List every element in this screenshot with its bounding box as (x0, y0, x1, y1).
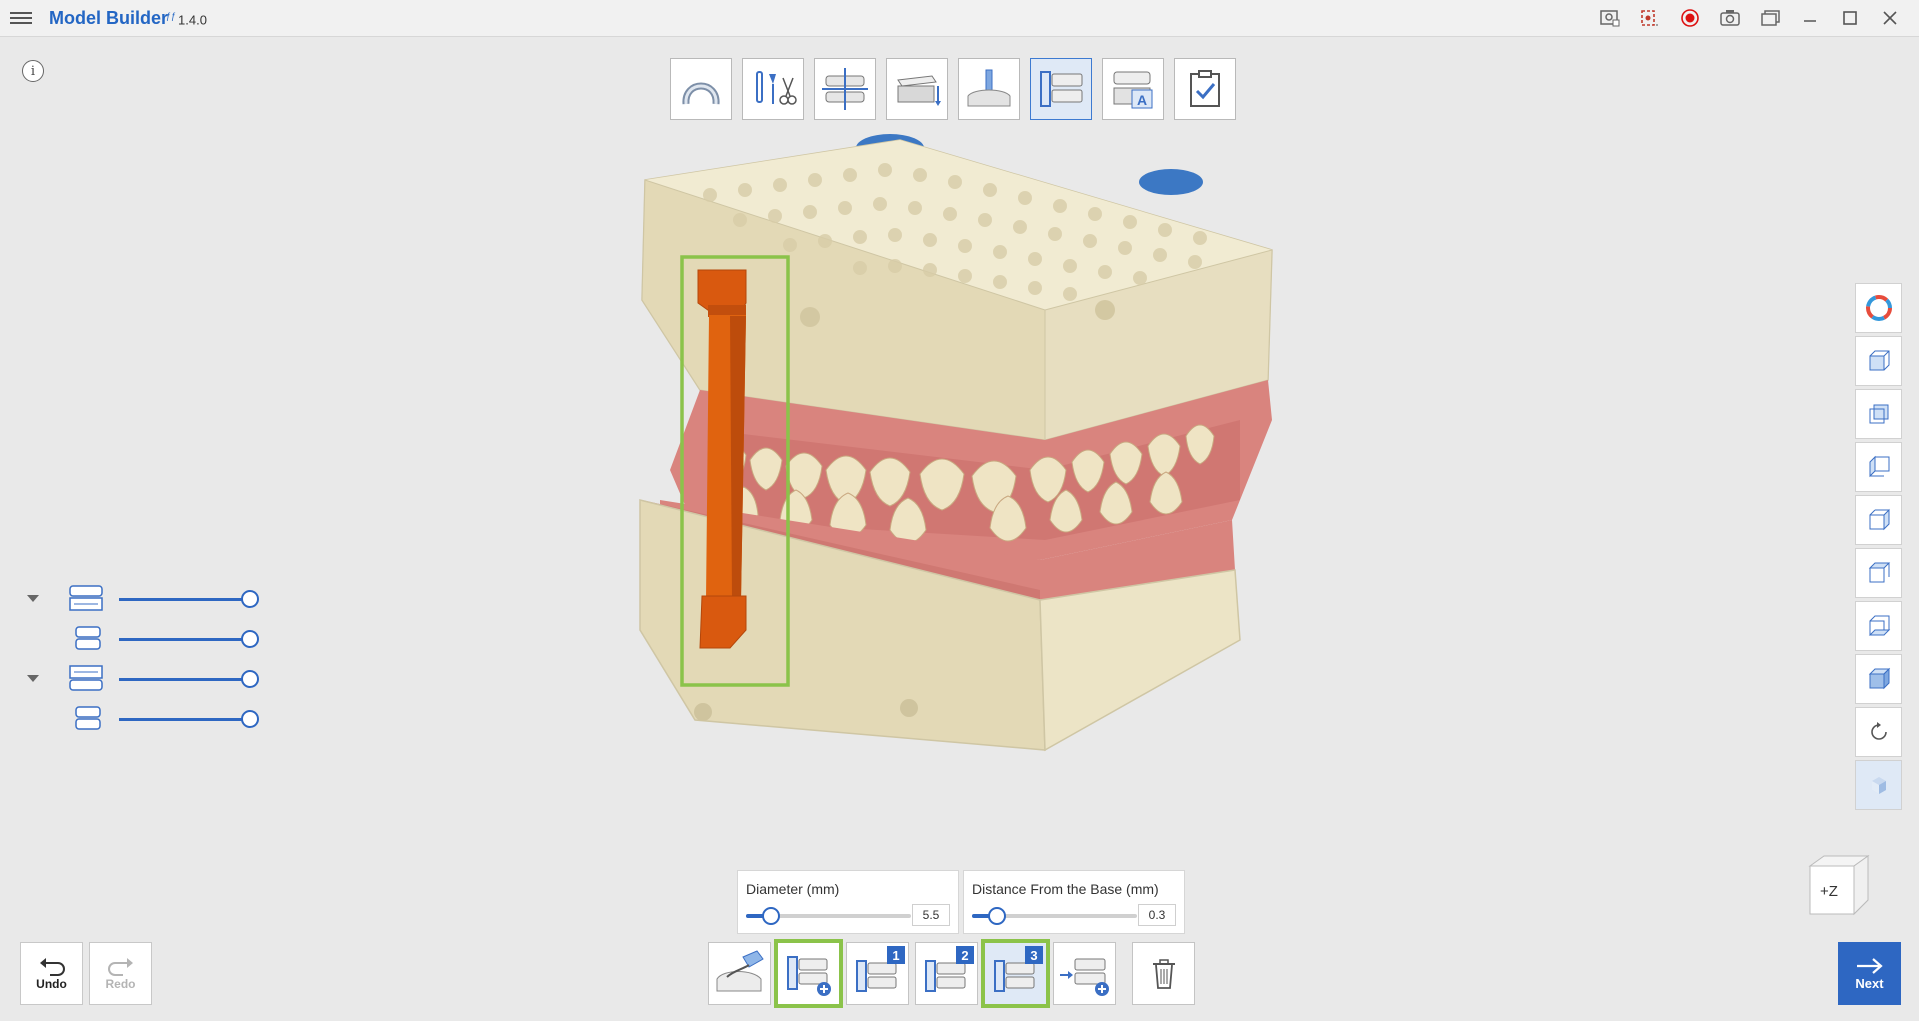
record-icon[interactable] (1673, 6, 1707, 30)
view-rail (1855, 283, 1902, 813)
undo-label: Undo (36, 976, 67, 991)
view-right-icon[interactable] (1855, 495, 1902, 545)
step-align[interactable] (814, 58, 876, 120)
app-title: Model Builder (49, 8, 169, 28)
die-icon (967, 69, 1011, 107)
next-label: Next (1855, 976, 1884, 991)
connector-icon (1040, 71, 1083, 107)
preset-number: 3 (1025, 946, 1043, 964)
expand-caret-icon[interactable] (27, 675, 39, 682)
arch-icon (682, 82, 720, 105)
connector-tools: 1 2 3 (708, 939, 1195, 1008)
step-label[interactable]: A (1102, 58, 1164, 120)
diameter-value[interactable]: 5.5 (912, 904, 950, 926)
undo-button[interactable]: Undo (20, 942, 83, 1005)
view-iso-icon[interactable] (1855, 654, 1902, 704)
lower-model-icon (69, 665, 103, 691)
view-left-icon[interactable] (1855, 442, 1902, 492)
align-icon (822, 68, 868, 110)
redo-button[interactable]: Redo (89, 942, 152, 1005)
reset-view-icon[interactable] (1855, 707, 1902, 757)
lower-scan-slider-handle[interactable] (241, 710, 259, 728)
close-icon[interactable] (1873, 6, 1907, 30)
expand-caret-icon[interactable] (27, 595, 39, 602)
orientation-label: +Z (1820, 883, 1838, 900)
step-base[interactable] (886, 58, 948, 120)
upper-scan-icon (75, 626, 101, 650)
redo-label: Redo (105, 976, 136, 991)
camera-icon[interactable] (1713, 6, 1747, 30)
connector-preset-1[interactable]: 1 (846, 942, 909, 1005)
maximize-icon[interactable] (1833, 6, 1867, 30)
diameter-panel: Diameter (mm) 5.5 (737, 870, 959, 934)
shading-mode-icon[interactable] (1855, 760, 1902, 810)
color-wheel-icon[interactable] (1855, 283, 1902, 333)
workflow-steps: A (670, 58, 1236, 120)
delete-tool[interactable] (1132, 942, 1195, 1005)
model-viewport[interactable] (600, 120, 1320, 840)
upper-model-slider[interactable] (119, 598, 249, 601)
lower-model-slider[interactable] (119, 678, 249, 681)
base-icon (897, 75, 941, 106)
diameter-slider[interactable] (746, 907, 911, 925)
menu-icon[interactable] (10, 9, 32, 27)
brush-tool[interactable] (708, 942, 771, 1005)
distance-slider-handle[interactable] (988, 907, 1006, 925)
gallery-icon[interactable] (1753, 6, 1787, 30)
preset-number: 2 (956, 946, 974, 964)
version-number: 1.4.0 (178, 12, 207, 28)
step-tools[interactable] (742, 58, 804, 120)
screen-capture-icon[interactable] (1593, 6, 1627, 30)
diameter-slider-handle[interactable] (762, 907, 780, 925)
upper-model-icon (69, 585, 103, 611)
trim-tools-icon (756, 71, 797, 105)
pin-right (1139, 169, 1203, 195)
trash-icon (1152, 958, 1175, 989)
distance-slider[interactable] (972, 907, 1137, 925)
minimize-icon[interactable] (1793, 6, 1827, 30)
version-mark: ƒƒ (166, 11, 177, 21)
distance-panel: Distance From the Base (mm) 0.3 (963, 870, 1185, 934)
view-back-icon[interactable] (1855, 389, 1902, 439)
step-complete[interactable] (1174, 58, 1236, 120)
step-arch[interactable] (670, 58, 732, 120)
upper-scan-slider-handle[interactable] (241, 630, 259, 648)
upper-scan-slider[interactable] (119, 638, 249, 641)
distance-label: Distance From the Base (mm) (972, 881, 1159, 897)
connector-preset-3[interactable]: 3 (981, 939, 1050, 1008)
move-connector-icon (1059, 958, 1109, 996)
svg-text:A: A (1137, 92, 1147, 108)
lower-model-slider-handle[interactable] (241, 670, 259, 688)
diameter-label: Diameter (mm) (746, 881, 840, 897)
step-die[interactable] (958, 58, 1020, 120)
redo-icon (107, 957, 133, 976)
label-icon: A (1113, 71, 1153, 109)
connector-preset-2[interactable]: 2 (915, 942, 978, 1005)
orientation-cube[interactable]: +Z (1806, 852, 1872, 918)
lower-scan-slider[interactable] (119, 718, 249, 721)
upper-model-slider-handle[interactable] (241, 590, 259, 608)
lower-scan-icon (75, 706, 101, 730)
title-bar: Model Builder ƒƒ 1.4.0 (0, 0, 1919, 37)
view-front-icon[interactable] (1855, 336, 1902, 386)
add-connector-tool[interactable] (774, 939, 843, 1008)
record-region-icon[interactable] (1633, 6, 1667, 30)
check-icon (1190, 70, 1220, 107)
move-connector-tool[interactable] (1053, 942, 1116, 1005)
distance-value[interactable]: 0.3 (1138, 904, 1176, 926)
preset-number: 1 (887, 946, 905, 964)
view-top-icon[interactable] (1855, 548, 1902, 598)
add-connector-icon (786, 955, 831, 996)
arrow-right-icon (1856, 958, 1883, 974)
view-bottom-icon[interactable] (1855, 601, 1902, 651)
info-icon[interactable]: i (22, 60, 44, 82)
brush-tool-icon (716, 949, 764, 991)
undo-icon (39, 957, 65, 976)
step-connector[interactable] (1030, 58, 1092, 120)
next-button[interactable]: Next (1838, 942, 1901, 1005)
app-version: ƒƒ 1.4.0 (166, 11, 207, 27)
